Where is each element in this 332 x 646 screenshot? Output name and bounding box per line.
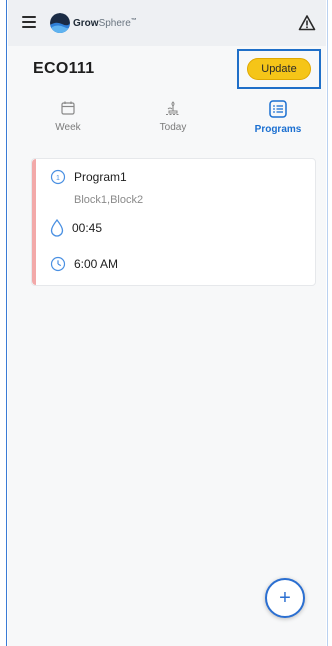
update-highlight-box: Update	[237, 49, 321, 89]
duration-row: 00:45	[50, 219, 102, 237]
program-blocks: Block1,Block2	[74, 194, 144, 206]
svg-text:1: 1	[56, 175, 60, 182]
program-number-icon: 1	[50, 169, 66, 185]
logo-text: GrowSphere™	[73, 18, 137, 29]
tab-week[interactable]: Week	[38, 100, 98, 133]
program-name: Program1	[74, 170, 127, 184]
add-program-button[interactable]: +	[265, 578, 305, 618]
tab-today-label: Today	[159, 122, 187, 133]
tab-today[interactable]: Today	[143, 100, 203, 133]
globe-logo-icon	[50, 13, 70, 33]
logo-trademark: ™	[130, 17, 137, 24]
list-icon	[269, 100, 287, 118]
plus-icon: +	[279, 586, 291, 609]
start-time-row: 6:00 AM	[50, 256, 118, 272]
program-duration: 00:45	[72, 221, 103, 235]
logo-text-main: Grow	[73, 17, 99, 29]
clock-icon	[50, 256, 66, 272]
right-frame-line	[327, 0, 328, 646]
device-title: ECO111	[33, 60, 95, 77]
tab-week-label: Week	[55, 122, 81, 133]
tab-programs-label: Programs	[254, 124, 302, 135]
left-frame-line	[6, 0, 7, 646]
sprinkler-icon	[166, 101, 180, 115]
water-drop-icon	[50, 219, 64, 237]
calendar-icon	[61, 101, 75, 115]
program-card-stripe	[32, 159, 36, 285]
program-name-row: 1 Program1	[50, 169, 127, 185]
hamburger-menu-icon[interactable]	[22, 16, 36, 28]
logo-text-secondary: Sphere	[98, 17, 131, 29]
program-start-time: 6:00 AM	[74, 257, 119, 271]
program-card[interactable]: 1 Program1 Block1,Block2 00:45 6:00 AM	[31, 158, 316, 286]
tab-bar: Week Today Programs	[8, 94, 326, 146]
app-logo: GrowSphere™	[50, 13, 137, 33]
update-button[interactable]: Update	[247, 58, 311, 80]
tab-programs[interactable]: Programs	[248, 100, 308, 135]
warning-triangle-icon[interactable]	[298, 14, 316, 32]
